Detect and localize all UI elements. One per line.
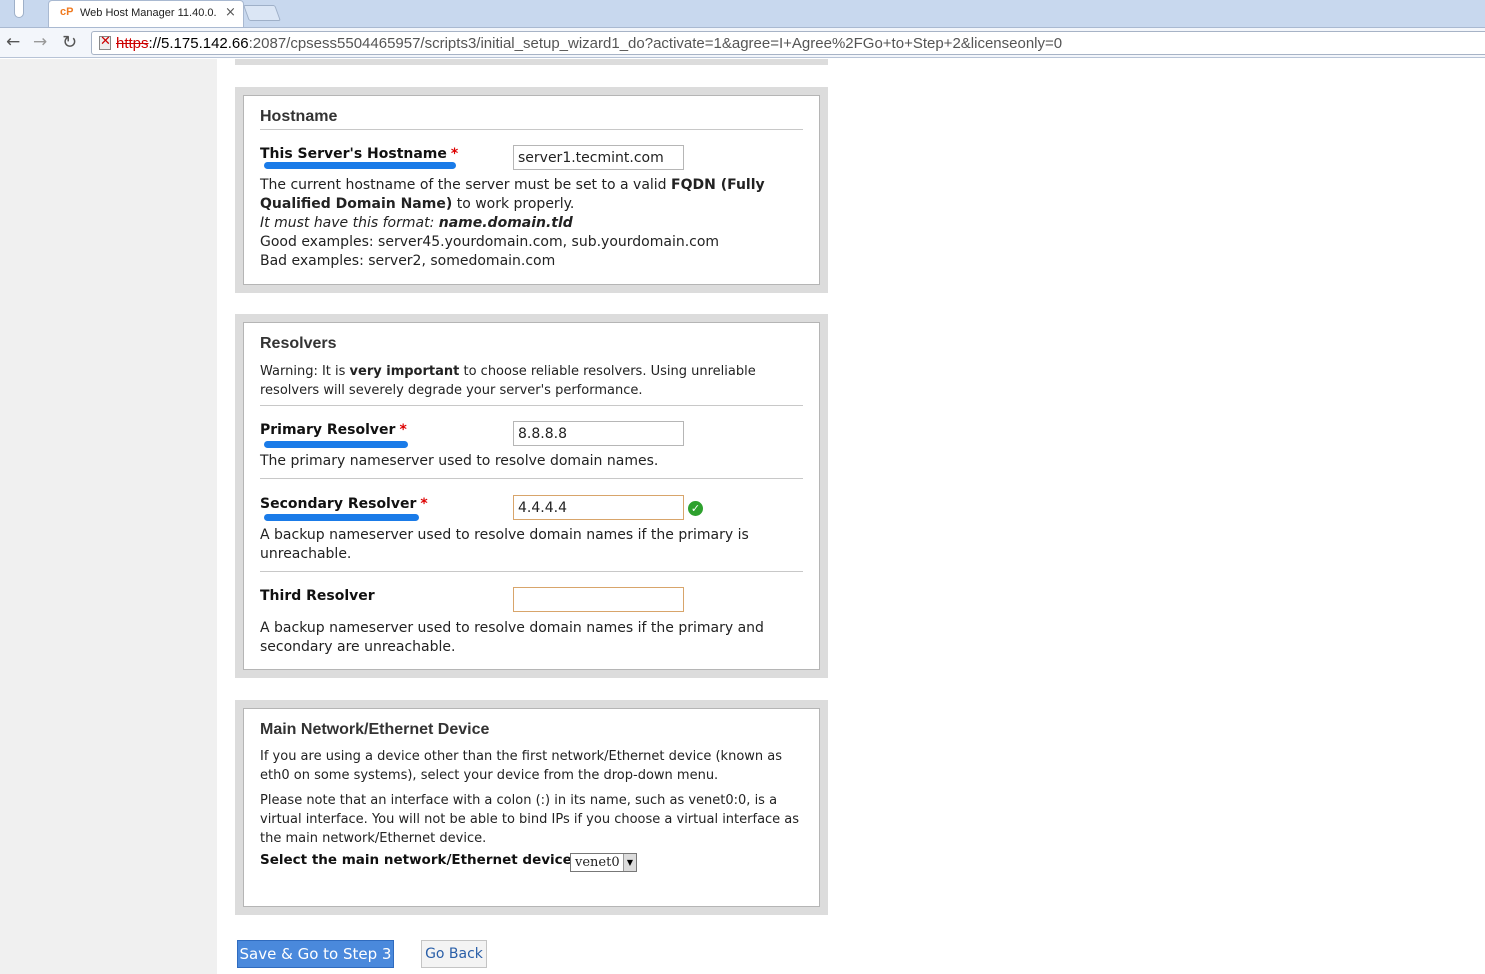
hostname-label-text: This Server's Hostname bbox=[260, 146, 447, 162]
annotation-underline bbox=[264, 162, 456, 169]
annotation-underline bbox=[264, 441, 408, 448]
reload-icon[interactable]: ↻ bbox=[62, 32, 77, 53]
url-path: :2087/cpsess5504465957/scripts3/initial_… bbox=[248, 35, 1063, 52]
network-section-title: Main Network/Ethernet Device bbox=[260, 721, 490, 738]
left-sidebar bbox=[0, 59, 217, 974]
third-resolver-description: A backup nameserver used to resolve doma… bbox=[260, 620, 764, 655]
network-panel: Main Network/Ethernet Device If you are … bbox=[235, 700, 828, 915]
secondary-resolver-label: Secondary Resolver * bbox=[260, 496, 428, 512]
tab-close-icon[interactable]: × bbox=[225, 5, 236, 20]
network-device-value: venet0 bbox=[575, 855, 620, 870]
required-marker: * bbox=[450, 146, 459, 162]
address-bar[interactable]: https://5.175.142.66:2087/cpsess55044659… bbox=[91, 31, 1485, 55]
browser-toolbar: ← → ↻ https://5.175.142.66:2087/cpsess55… bbox=[0, 28, 1485, 58]
section-divider bbox=[260, 571, 803, 572]
tab-title: Web Host Manager 11.40.0. bbox=[80, 7, 217, 19]
insecure-lock-icon[interactable] bbox=[99, 34, 111, 50]
network-description-2: Please note that an interface with a col… bbox=[260, 793, 800, 846]
secondary-resolver-description: A backup nameserver used to resolve doma… bbox=[260, 527, 749, 562]
primary-resolver-description: The primary nameserver used to resolve d… bbox=[260, 453, 659, 469]
back-arrow-icon[interactable]: ← bbox=[6, 32, 20, 52]
url-host: ://5.175.142.66 bbox=[148, 35, 249, 52]
resolvers-section-title: Resolvers bbox=[260, 335, 337, 352]
save-next-button[interactable]: Save & Go to Step 3 bbox=[237, 940, 394, 968]
url-protocol: https bbox=[116, 35, 149, 52]
required-marker: * bbox=[420, 496, 428, 512]
valid-check-icon: ✓ bbox=[688, 501, 703, 516]
hostname-section-title: Hostname bbox=[260, 108, 338, 125]
url-text: https://5.175.142.66:2087/cpsess55044659… bbox=[116, 35, 1062, 52]
annotation-underline bbox=[264, 514, 419, 521]
resolvers-panel-body: Resolvers Warning: It is very important … bbox=[243, 322, 820, 670]
section-divider bbox=[260, 129, 803, 130]
profile-icon[interactable] bbox=[6, 0, 32, 22]
hostname-input[interactable] bbox=[513, 145, 684, 170]
required-marker: * bbox=[399, 422, 407, 438]
section-divider bbox=[260, 405, 803, 406]
bad-examples: Bad examples: server2, somedomain.com bbox=[260, 253, 556, 269]
format-value: name.domain.tld bbox=[438, 215, 573, 231]
hostname-label: This Server's Hostname * bbox=[260, 146, 458, 162]
third-resolver-input[interactable] bbox=[513, 587, 684, 612]
hostname-panel: Hostname This Server's Hostname* The cur… bbox=[235, 87, 828, 293]
primary-resolver-label: Primary Resolver * bbox=[260, 422, 407, 438]
resolvers-warning: Warning: It is very important to choose … bbox=[260, 362, 805, 400]
network-description-1: If you are using a device other than the… bbox=[260, 749, 783, 783]
secondary-resolver-label-text: Secondary Resolver bbox=[260, 496, 417, 512]
hostname-desc-suffix: to work properly. bbox=[452, 196, 575, 212]
warning-bold: very important bbox=[349, 364, 460, 379]
go-back-button[interactable]: Go Back bbox=[421, 940, 487, 968]
network-select-label: Select the main network/Ethernet device: bbox=[260, 852, 578, 868]
hostname-description: The current hostname of the server must … bbox=[260, 176, 805, 271]
dropdown-arrow-icon[interactable]: ▼ bbox=[623, 854, 636, 871]
primary-resolver-label-text: Primary Resolver bbox=[260, 422, 396, 438]
warning-prefix: Warning: It is bbox=[260, 364, 350, 379]
secondary-resolver-input[interactable] bbox=[513, 495, 684, 520]
good-examples: Good examples: server45.yourdomain.com, … bbox=[260, 234, 720, 250]
format-intro: It must have this format: bbox=[260, 215, 439, 231]
cpanel-favicon-icon: cP bbox=[60, 6, 74, 18]
previous-panel-edge bbox=[235, 59, 828, 65]
hostname-desc-prefix: The current hostname of the server must … bbox=[260, 177, 672, 193]
resolvers-panel: Resolvers Warning: It is very important … bbox=[235, 314, 828, 678]
primary-resolver-input[interactable] bbox=[513, 421, 684, 446]
section-divider bbox=[260, 478, 803, 479]
browser-tab[interactable]: cP Web Host Manager 11.40.0. × bbox=[48, 0, 244, 27]
network-panel-body: Main Network/Ethernet Device If you are … bbox=[243, 708, 820, 907]
third-resolver-label: Third Resolver bbox=[260, 588, 375, 604]
forward-arrow-icon[interactable]: → bbox=[33, 32, 47, 52]
network-device-select[interactable]: venet0 ▼ bbox=[570, 853, 637, 872]
browser-tab-bar: cP Web Host Manager 11.40.0. × bbox=[0, 0, 1485, 28]
new-tab-button[interactable] bbox=[243, 5, 281, 21]
hostname-panel-body: Hostname This Server's Hostname* The cur… bbox=[243, 95, 820, 285]
page-content: Hostname This Server's Hostname* The cur… bbox=[0, 59, 1485, 974]
